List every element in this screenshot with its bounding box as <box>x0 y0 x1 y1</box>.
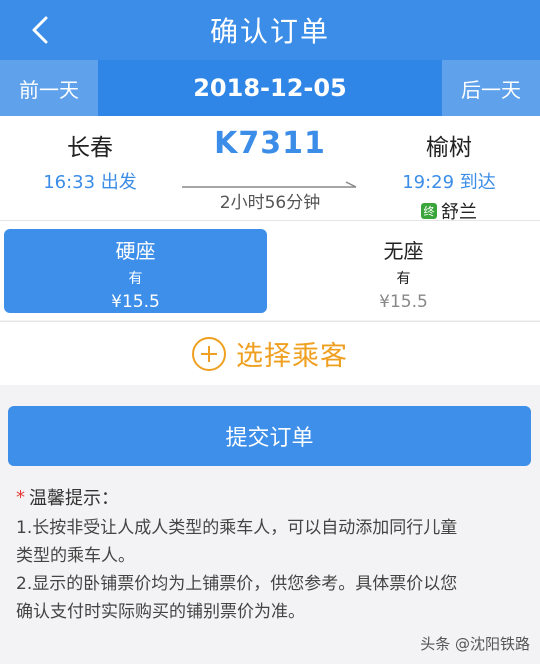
seat-price: ¥15.5 <box>111 292 160 312</box>
train-info-card: 长春 16:33 出发 K7311 2小时56分钟 榆树 19:29 到达 终 … <box>0 116 540 223</box>
tips-title-row: * 温馨提示： <box>16 484 526 510</box>
departure-station: 长春 16:33 出发 <box>30 128 150 194</box>
header-bar: 确认订单 <box>0 0 540 60</box>
back-button[interactable] <box>22 12 58 48</box>
seat-name: 硬座 <box>115 239 156 263</box>
tips-line: 确认支付时实际购买的铺别票价为准。 <box>16 602 305 622</box>
train-number: K7311 <box>214 126 326 161</box>
seat-option-no-seat[interactable]: 无座 有 ¥15.5 <box>272 229 535 313</box>
travel-date[interactable]: 2018-12-05 <box>193 74 347 102</box>
watermark: 头条 @沈阳铁路 <box>420 635 530 653</box>
tips-line: 类型的乘车人。 <box>16 546 135 566</box>
select-passenger-button[interactable]: 选择乘客 <box>0 321 540 385</box>
arrival-station-name: 榆树 <box>426 135 472 161</box>
next-day-button[interactable]: 后一天 <box>442 60 540 116</box>
required-asterisk-icon: * <box>16 486 25 508</box>
travel-duration: 2小时56分钟 <box>219 193 321 213</box>
seat-options: 硬座 有 ¥15.5 无座 有 ¥15.5 <box>0 220 540 320</box>
seat-availability: 有 <box>396 271 411 287</box>
tips-title: 温馨提示： <box>29 488 119 509</box>
page-title: 确认订单 <box>209 15 330 48</box>
chevron-left-icon <box>32 16 48 44</box>
submit-order-button[interactable]: 提交订单 <box>8 406 531 466</box>
prev-day-button[interactable]: 前一天 <box>0 60 98 116</box>
tips-section: * 温馨提示： 1.长按非受让人成人类型的乘车人，可以自动添加同行儿童 类型的乘… <box>16 484 526 626</box>
departure-time: 16:33 出发 <box>43 172 137 193</box>
departure-station-name: 长春 <box>67 135 113 161</box>
date-bar: 前一天 2018-12-05 后一天 <box>0 60 540 116</box>
arrival-time: 19:29 到达 <box>402 172 496 193</box>
seat-option-hard-seat[interactable]: 硬座 有 ¥15.5 <box>4 229 267 313</box>
seat-availability: 有 <box>128 271 143 287</box>
terminal-badge: 终 <box>421 203 437 219</box>
select-passenger-label: 选择乘客 <box>236 341 348 372</box>
tips-line: 2.显示的卧铺票价均为上铺票价，供您参考。具体票价以您 <box>16 574 458 594</box>
arrival-station: 榆树 19:29 到达 终 舒兰 <box>384 128 514 224</box>
seat-name: 无座 <box>383 239 424 263</box>
tips-line: 1.长按非受让人成人类型的乘车人，可以自动添加同行儿童 <box>16 518 458 538</box>
add-circle-icon <box>192 336 226 371</box>
train-center: K7311 2小时56分钟 <box>180 126 360 213</box>
seat-price: ¥15.5 <box>379 292 428 312</box>
